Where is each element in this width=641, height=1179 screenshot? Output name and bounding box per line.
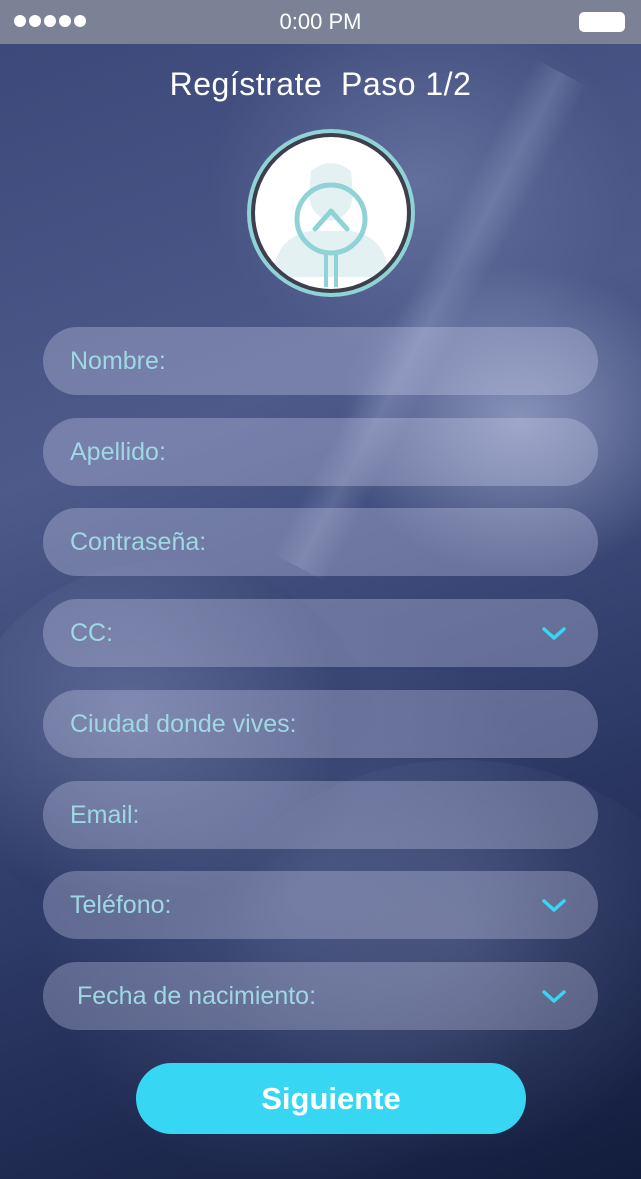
page-title: Regístrate Paso 1/2	[169, 66, 472, 102]
email-field[interactable]: Email:	[43, 781, 598, 849]
field-label: Fecha de nacimiento:	[77, 982, 317, 1010]
user-avatar-upload-icon	[273, 163, 389, 287]
status-time: 0:00 PM	[279, 9, 362, 34]
chevron-down-icon[interactable]	[541, 989, 567, 1005]
chevron-down-icon[interactable]	[541, 898, 567, 914]
avatar-upload[interactable]	[247, 129, 415, 297]
phone-select[interactable]: Teléfono:	[43, 871, 598, 939]
registration-screen: 0:00 PM Regístrate Paso 1/2 Nombre: Apel…	[0, 0, 641, 1179]
field-label: Teléfono:	[70, 891, 172, 919]
apellido-field[interactable]: Apellido:	[43, 418, 598, 486]
status-bar: 0:00 PM	[0, 0, 641, 44]
birthdate-select[interactable]: Fecha de nacimiento:	[43, 962, 598, 1030]
field-label: Apellido:	[70, 438, 166, 466]
city-field[interactable]: Ciudad donde vives:	[43, 690, 598, 758]
password-field[interactable]: Contraseña:	[43, 508, 598, 576]
field-label: Email:	[70, 801, 140, 829]
next-button[interactable]: Siguiente	[136, 1063, 526, 1134]
chevron-down-icon[interactable]	[541, 626, 567, 642]
field-label: Ciudad donde vives:	[70, 710, 297, 738]
avatar-placeholder	[255, 137, 407, 289]
field-label: Contraseña:	[70, 528, 207, 556]
nombre-field[interactable]: Nombre:	[43, 327, 598, 395]
field-label: Nombre:	[70, 347, 166, 375]
battery-icon	[579, 12, 625, 32]
field-label: CC:	[70, 619, 114, 647]
cc-select[interactable]: CC:	[43, 599, 598, 667]
